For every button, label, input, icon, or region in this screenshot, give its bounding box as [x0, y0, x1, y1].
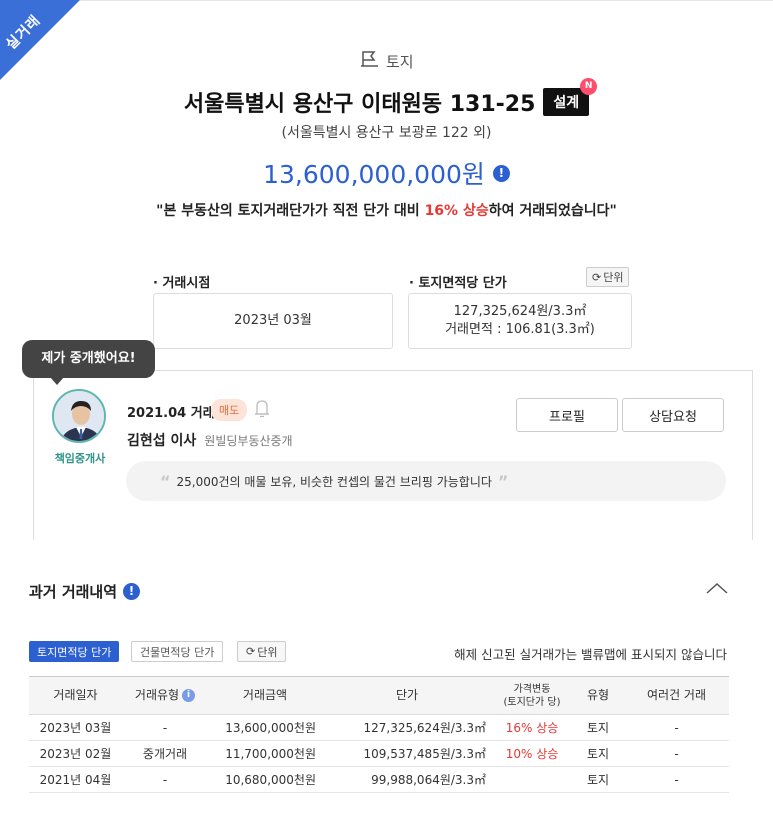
cell-price-change: 16% 상승 [492, 714, 572, 741]
cell-multi-trade: - [624, 766, 729, 793]
history-title: 과거 거래내역 ! [29, 581, 141, 602]
cell-unit-price: 109,537,485원/3.3㎡ [322, 740, 492, 767]
agent-avatar[interactable] [52, 389, 106, 443]
refresh-icon: ⟳ [592, 270, 602, 284]
info-icon[interactable]: ! [492, 164, 510, 182]
cell-unit-price: 99,988,064원/3.3㎡ [322, 766, 492, 793]
cell-multi-trade: - [624, 740, 729, 767]
unit-price-box: 127,325,624원/3.3㎡ 거래면적 : 106.81(3.3㎡) [408, 293, 632, 349]
info-icon[interactable]: ! [123, 583, 141, 600]
summary-after: 하여 거래되었습니다" [488, 203, 617, 219]
header-change-line2: (토지단가 당) [503, 696, 561, 708]
agent-office: 원빌딩부동산중개 [204, 434, 293, 448]
table-row: 2023년 03월 - 13,600,000천원 127,325,624원/3.… [29, 714, 729, 741]
chevron-up-icon[interactable] [705, 580, 729, 599]
cell-type: - [122, 714, 208, 741]
table-row: 2023년 02월 중개거래 11,700,000천원 109,537,485원… [29, 740, 729, 767]
price-change-summary: "본 부동산의 토지거래단가가 직전 단가 대비 16% 상승하여 거래되었습니… [0, 200, 773, 220]
cell-amount: 13,600,000천원 [208, 714, 322, 741]
header-date: 거래일자 [29, 676, 122, 715]
agent-quote: “ 25,000건의 매물 보유, 비슷한 컨셉의 물건 브리핑 가능합니다 ” [126, 461, 726, 501]
header-multi-trade: 여러건 거래 [624, 676, 729, 715]
history-title-text: 과거 거래내역 [29, 583, 118, 601]
cell-date: 2023년 03월 [29, 714, 122, 741]
header-category: 유형 [572, 676, 624, 715]
unit-price-value: 127,325,624원/3.3㎡ [453, 304, 587, 319]
trade-history-section: 과거 거래내역 ! 토지면적당 단가 건물면적당 단가 ⟳ 단위 해제 신고된 … [4, 558, 757, 815]
trade-price: 13,600,000,000원 [263, 160, 485, 189]
cell-type: - [122, 766, 208, 793]
address-row: 서울특별시 용산구 이태원동 131-25 설계 N [0, 78, 773, 118]
unit-toggle-label: 단위 [603, 271, 624, 284]
table-row: 2021년 04월 - 10,680,000천원 99,988,064원/3.3… [29, 766, 729, 793]
cell-price-change: 10% 상승 [492, 740, 572, 767]
agent-tooltip: 제가 중개했어요! [22, 340, 155, 385]
flag-icon [360, 50, 380, 72]
certificate-icon [254, 400, 270, 422]
property-category: 토지 [360, 50, 414, 72]
tab-land-unit-price[interactable]: 토지면적당 단가 [29, 641, 120, 662]
consult-request-button[interactable]: 상담요청 [622, 398, 724, 432]
section-gap [0, 540, 773, 558]
price-row: 13,600,000,000원 ! [0, 155, 773, 191]
cell-unit-price: 127,325,624원/3.3㎡ [322, 714, 492, 741]
cell-date: 2023년 02월 [29, 740, 122, 767]
summary-highlight: 16% 상승 [424, 203, 489, 219]
header-type: 거래유형 i [122, 676, 208, 715]
cell-amount: 11,700,000천원 [208, 740, 322, 767]
cell-date: 2021년 04월 [29, 766, 122, 793]
cell-amount: 10,680,000천원 [208, 766, 322, 793]
new-badge: N [580, 78, 598, 95]
trade-date-label: · 거래시점 [153, 276, 211, 291]
open-quote-icon: “ [160, 471, 171, 491]
road-address: (서울특별시 용산구 보광로 122 외) [281, 125, 492, 141]
agent-name-row: 김현섭 이사 원빌딩부동산중개 [127, 430, 293, 450]
summary-before: "본 부동산의 토지거래단가가 직전 단가 대비 [156, 203, 425, 219]
info-icon[interactable]: i [182, 689, 196, 702]
agent-quote-text: 25,000건의 매물 보유, 비슷한 컨셉의 물건 브리핑 가능합니다 [176, 474, 492, 489]
cell-category: 토지 [572, 766, 624, 793]
top-border [80, 0, 773, 1]
cancel-notice: 해제 신고된 실거래가는 밸류맵에 표시되지 않습니다 [454, 647, 727, 662]
agent-trade-date: 2021.04 거래 [127, 406, 215, 421]
agent-card [33, 370, 753, 540]
cell-category: 토지 [572, 740, 624, 767]
tab-building-unit-price[interactable]: 건물면적당 단가 [131, 641, 224, 662]
cell-multi-trade: - [624, 714, 729, 741]
unit-toggle-button[interactable]: ⟳ 단위 [237, 641, 287, 662]
cell-type: 중개거래 [122, 740, 208, 767]
table-header-row: 거래일자 거래유형 i 거래금액 단가 가격변동 (토지단가 당) 유형 여러건 … [29, 676, 729, 715]
trade-area-value: 거래면적 : 106.81(3.3㎡) [445, 322, 595, 337]
trade-date-value: 2023년 03월 [234, 313, 312, 328]
profile-button[interactable]: 프로필 [516, 398, 618, 432]
unit-toggle-label: 단위 [257, 645, 278, 659]
trade-type-badge: 매도 [211, 399, 248, 421]
refresh-icon: ⟳ [246, 645, 256, 658]
agent-role: 책임중개사 [54, 452, 106, 465]
close-quote-icon: ” [497, 471, 509, 491]
unit-price-label: · 토지면적당 단가 [409, 276, 507, 291]
header-type-label: 거래유형 [134, 688, 180, 702]
design-badge-label: 설계 [553, 95, 580, 111]
header-change-line1: 가격변동 [513, 683, 551, 695]
trade-date-box: 2023년 03월 [153, 293, 393, 349]
property-address: 서울특별시 용산구 이태원동 131-25 [183, 92, 536, 117]
header-amount: 거래금액 [208, 676, 322, 715]
unit-toggle-button[interactable]: ⟳ 단위 [586, 267, 630, 287]
design-badge[interactable]: 설계 N [543, 78, 598, 116]
agent-name: 김현섭 이사 [127, 433, 197, 449]
category-label: 토지 [386, 52, 414, 71]
header-unit-price: 단가 [322, 676, 492, 715]
history-table: 거래일자 거래유형 i 거래금액 단가 가격변동 (토지단가 당) 유형 여러건 … [29, 676, 729, 793]
cell-category: 토지 [572, 714, 624, 741]
header-price-change: 가격변동 (토지단가 당) [492, 676, 572, 715]
cell-price-change [492, 766, 572, 793]
